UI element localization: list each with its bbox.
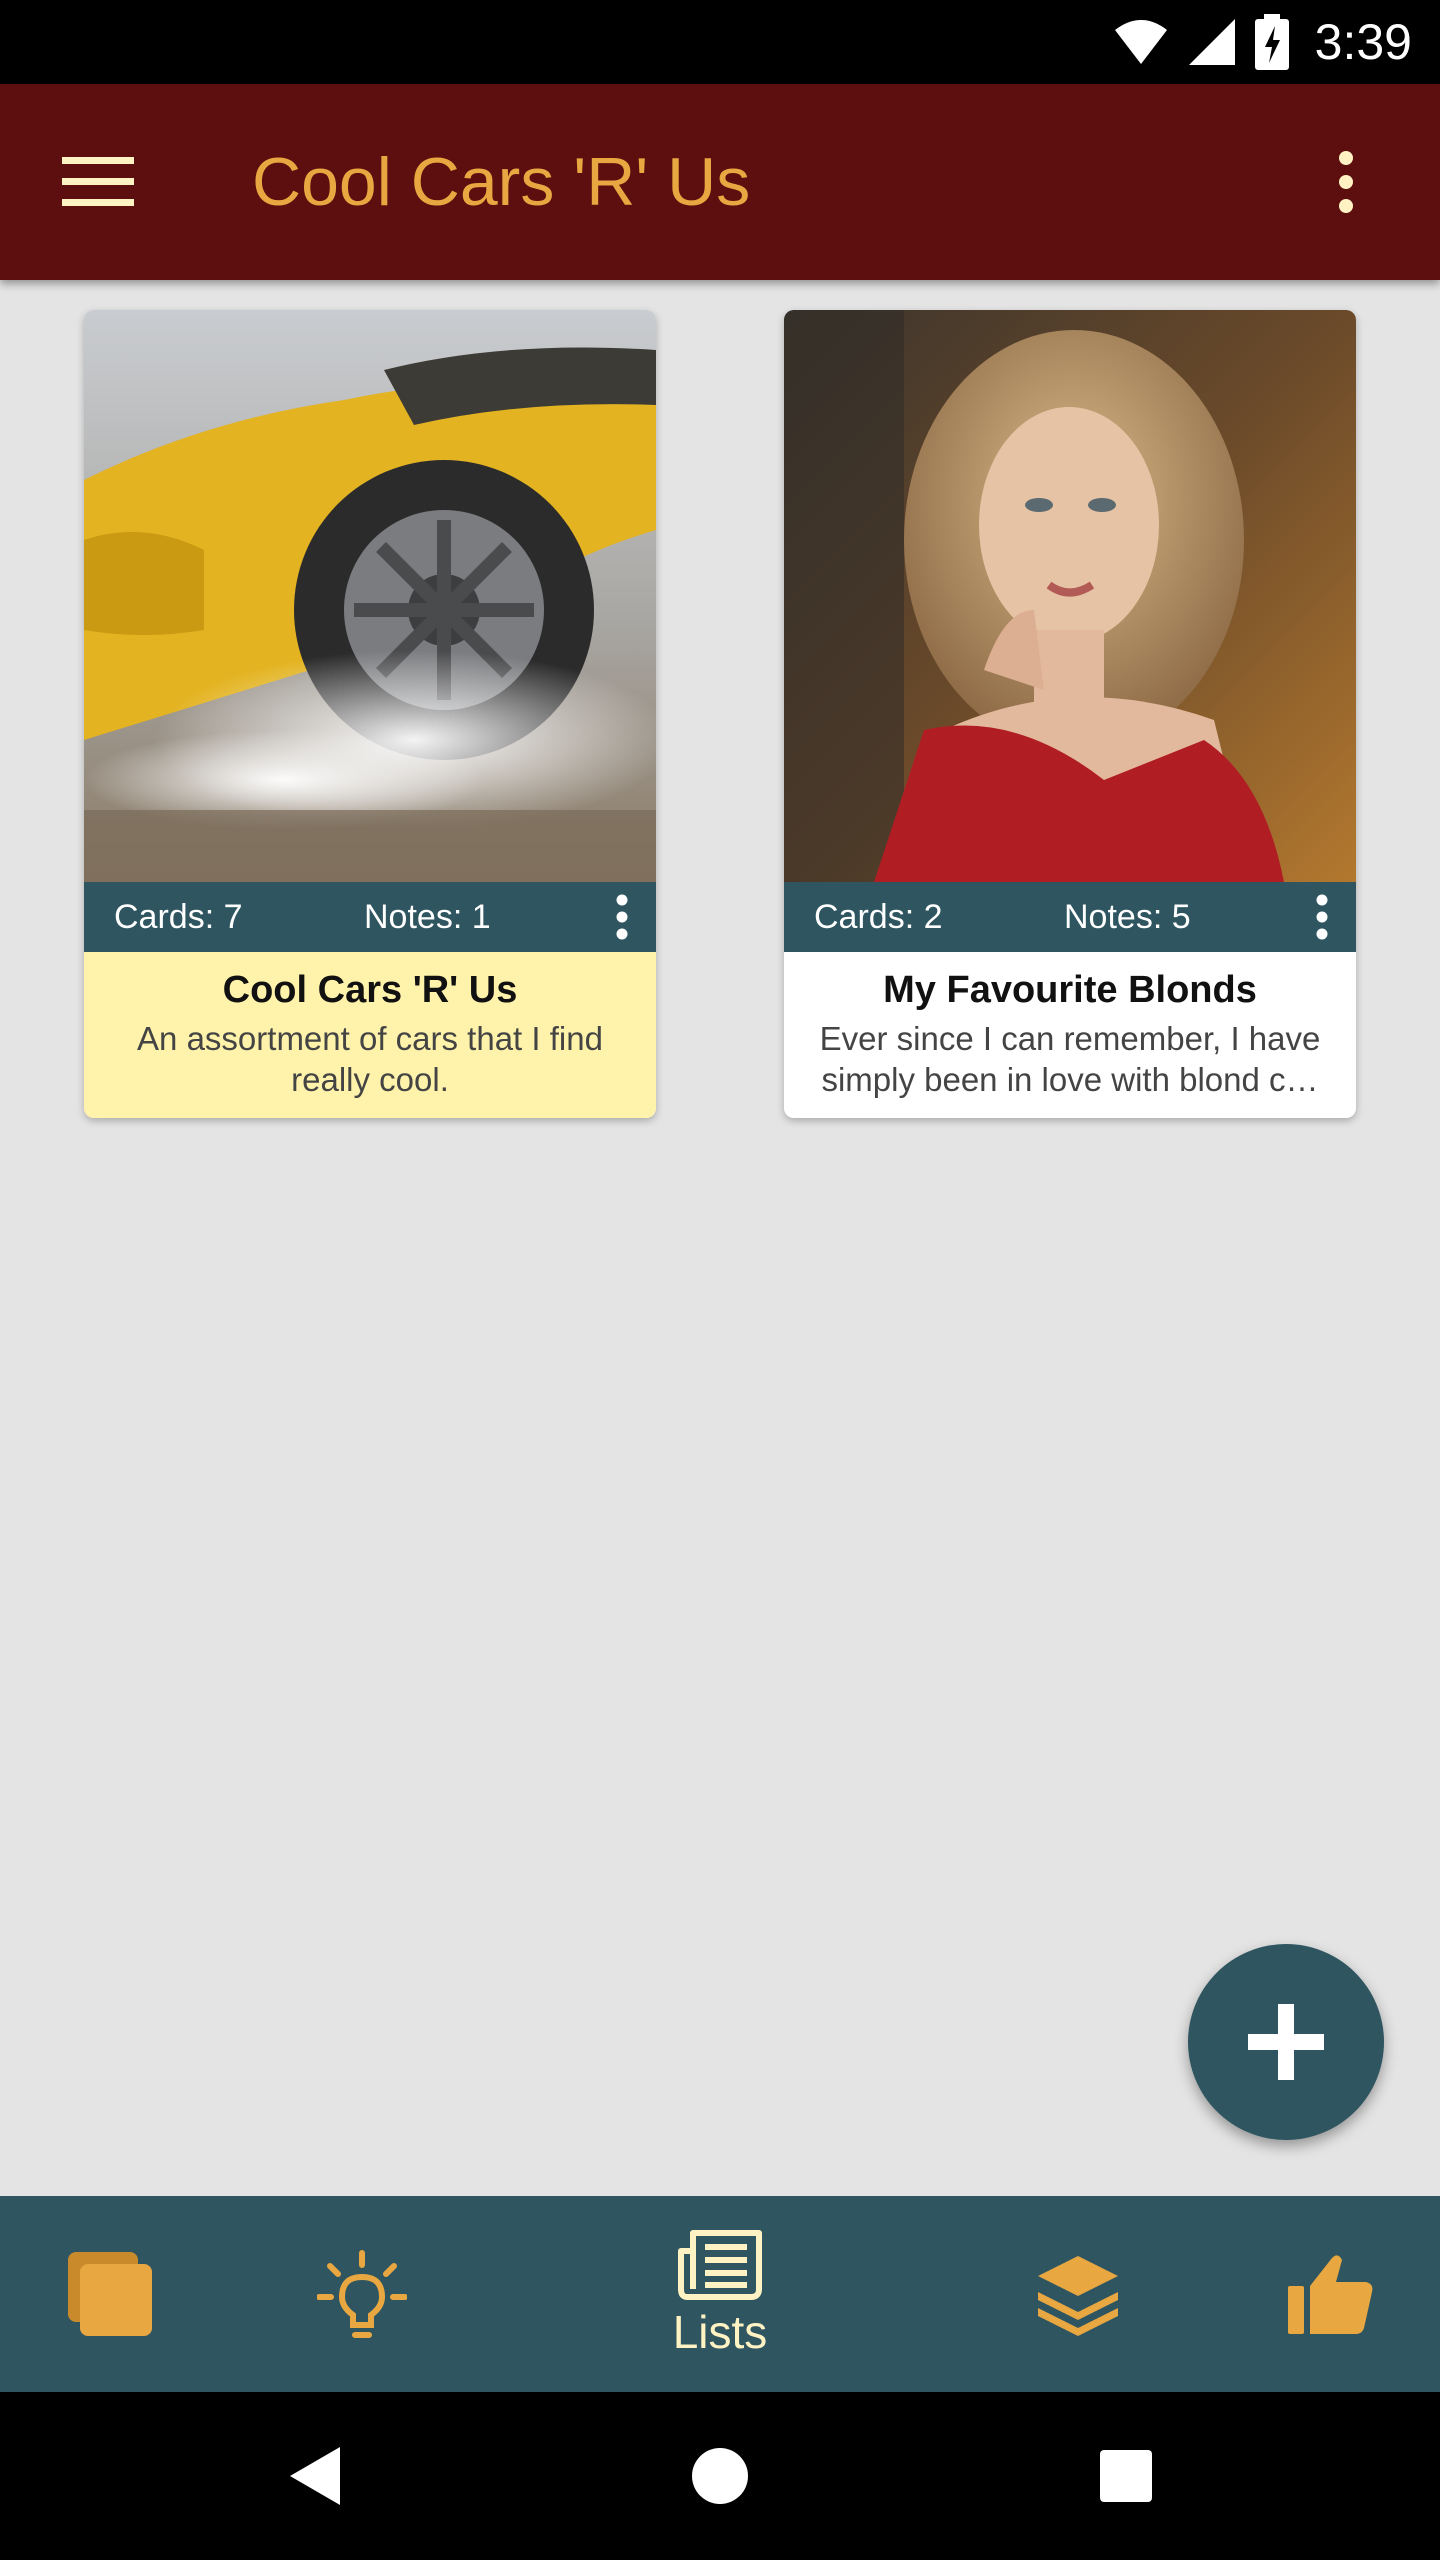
back-icon (290, 2447, 340, 2505)
app-title: Cool Cars 'R' Us (252, 144, 751, 220)
home-icon (692, 2448, 748, 2504)
overflow-menu-button[interactable] (1292, 128, 1400, 236)
card-description: Ever since I can remember, I have simply… (819, 1020, 1321, 1098)
card-stats-bar: Cards: 7 Notes: 1 (84, 882, 656, 952)
signal-icon (1188, 19, 1235, 65)
card-menu-button[interactable] (1302, 882, 1342, 952)
add-list-fab[interactable] (1188, 1944, 1384, 2140)
home-button[interactable] (670, 2426, 770, 2526)
layers-icon (1038, 2256, 1118, 2336)
card-stats-bar: Cards: 2 Notes: 5 (784, 882, 1356, 952)
status-time: 3:39 (1314, 14, 1412, 70)
wifi-icon (1114, 20, 1167, 64)
notes-count: Notes: 1 (364, 898, 491, 936)
nav-item-ideas[interactable] (300, 2196, 424, 2392)
back-button[interactable] (264, 2426, 364, 2526)
recents-icon (1100, 2450, 1152, 2502)
card-image-car (84, 310, 656, 882)
card-menu-button[interactable] (602, 882, 642, 952)
status-bar: 3:39 (0, 0, 1440, 84)
more-vert-icon (616, 894, 628, 940)
plus-icon (1248, 2004, 1324, 2080)
system-navigation (0, 2392, 1440, 2560)
recents-button[interactable] (1076, 2426, 1176, 2526)
nav-label-lists: Lists (672, 2306, 768, 2358)
status-icons: 3:39 (1113, 0, 1412, 84)
card-title: Cool Cars 'R' Us (222, 969, 518, 1011)
newspaper-list-icon (678, 2230, 762, 2300)
battery-charging-icon (1254, 14, 1289, 70)
lightbulb-icon (317, 2250, 407, 2338)
cards-count: Cards: 2 (814, 898, 943, 936)
bottom-navigation: Lists (0, 2196, 1440, 2392)
nav-item-cards[interactable] (48, 2196, 172, 2392)
nav-item-likes[interactable] (1268, 2196, 1392, 2392)
nav-item-lists[interactable]: Lists (620, 2196, 820, 2392)
more-vert-icon (1339, 151, 1353, 213)
card-image-portrait (784, 310, 1356, 882)
list-card-cool-cars[interactable]: Cards: 7 Notes: 1 Cool Cars 'R' Us An as… (84, 310, 656, 1118)
hamburger-menu-icon (62, 157, 134, 206)
list-card-blonds[interactable]: Cards: 2 Notes: 5 My Favourite Blonds Ev… (784, 310, 1356, 1118)
more-vert-icon (1316, 894, 1328, 940)
app-bar: Cool Cars 'R' Us (0, 84, 1440, 280)
card-title: My Favourite Blonds (883, 969, 1257, 1011)
nav-item-layers[interactable] (1016, 2196, 1140, 2392)
card-body: My Favourite Blonds Ever since I can rem… (784, 952, 1356, 1118)
notes-count: Notes: 5 (1064, 898, 1191, 936)
thumbs-up-icon (1288, 2255, 1373, 2334)
card-description: An assortment of cars that I find really… (137, 1020, 603, 1098)
cards-stack-icon (68, 2252, 152, 2336)
card-body: Cool Cars 'R' Us An assortment of cars t… (84, 952, 656, 1118)
cards-count: Cards: 7 (114, 898, 243, 936)
menu-button[interactable] (44, 128, 152, 236)
